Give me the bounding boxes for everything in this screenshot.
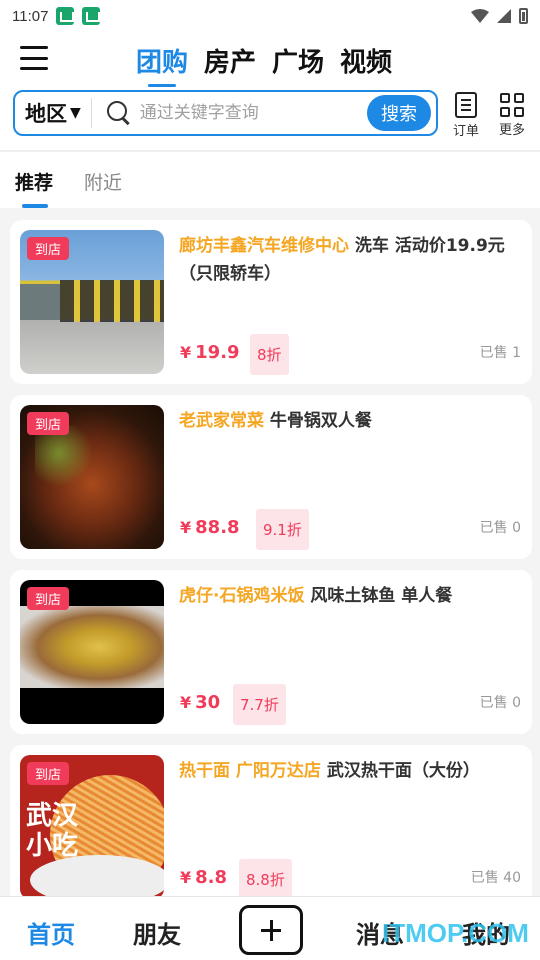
deal-title: 老武家常菜 牛骨锅双人餐	[179, 407, 521, 435]
tab-group-buy[interactable]: 团购	[136, 42, 188, 87]
battery-icon	[519, 8, 528, 24]
more-label: 更多	[498, 123, 525, 138]
in-store-badge: 到店	[27, 237, 70, 260]
deal-card[interactable]: 到店 廊坊丰鑫汽车维修中心 洗车 活动价19.9元（只限轿车） ¥19.9 8折…	[10, 220, 532, 384]
discount-tag: 8.8折	[239, 859, 292, 900]
tab-recommended[interactable]: 推荐	[15, 168, 53, 195]
header: 团购 房产 广场 视频 地区 ▼ 搜索 订单 更多	[0, 32, 540, 150]
shop-name: 虎仔·石锅鸡米饭	[179, 586, 305, 606]
search-input[interactable]	[139, 103, 367, 123]
watermark: ITMOP.COM	[382, 918, 529, 948]
deal-price: ¥19.9	[180, 342, 240, 363]
discount-tag: 9.1折	[256, 509, 309, 550]
status-time: 11:07	[12, 7, 49, 25]
deal-price: ¥88.8	[180, 517, 240, 538]
top-tabs: 团购 房产 广场 视频	[136, 42, 392, 87]
deal-description: 武汉热干面（大份）	[320, 761, 480, 781]
in-store-badge: 到店	[27, 412, 70, 435]
sold-count: 已售 40	[470, 870, 521, 886]
deal-description: 牛骨锅双人餐	[264, 411, 372, 431]
sold-count: 已售 0	[479, 695, 521, 711]
deal-price: ¥30	[180, 692, 220, 713]
menu-icon[interactable]	[20, 46, 48, 70]
shop-name: 热干面 广阳万达店	[179, 761, 321, 781]
dropdown-arrow-icon: ▼	[70, 105, 81, 121]
tab-square[interactable]: 广场	[272, 42, 324, 79]
search-button[interactable]: 搜索	[367, 95, 431, 131]
price-value: 8.8	[195, 867, 228, 888]
currency-symbol: ¥	[180, 693, 192, 712]
tab-real-estate[interactable]: 房产	[204, 42, 256, 79]
price-value: 30	[195, 692, 221, 713]
nav-friends[interactable]: 朋友	[133, 915, 181, 950]
discount-tag: 8折	[250, 334, 289, 375]
region-selector[interactable]: 地区 ▼	[15, 98, 92, 128]
deal-card[interactable]: 武汉 小吃 到店 热干面 广阳万达店 武汉热干面（大份） ¥8.8 8.8折 已…	[10, 745, 532, 909]
shop-name: 廊坊丰鑫汽车维修中心	[179, 236, 349, 256]
price-value: 88.8	[195, 517, 240, 538]
deal-card[interactable]: 到店 老武家常菜 牛骨锅双人餐 ¥88.8 9.1折 已售 0	[10, 395, 532, 559]
sold-count: 已售 0	[479, 520, 521, 536]
active-tab-indicator	[22, 204, 48, 208]
nav-home[interactable]: 首页	[27, 915, 75, 950]
app-notification-icon	[56, 7, 75, 25]
status-indicators	[471, 8, 528, 24]
grid-icon	[500, 93, 524, 117]
search-icon	[106, 100, 132, 126]
currency-symbol: ¥	[180, 868, 192, 887]
tab-video[interactable]: 视频	[340, 42, 392, 79]
deal-title: 热干面 广阳万达店 武汉热干面（大份）	[179, 757, 521, 785]
shop-name: 老武家常菜	[179, 411, 264, 431]
discount-tag: 7.7折	[233, 684, 286, 725]
deal-title: 廊坊丰鑫汽车维修中心 洗车 活动价19.9元（只限轿车）	[179, 232, 521, 288]
sold-count: 已售 1	[479, 345, 521, 361]
in-store-badge: 到店	[27, 762, 70, 785]
deal-title: 虎仔·石锅鸡米饭 风味土钵鱼 单人餐	[179, 582, 521, 610]
add-post-button[interactable]	[239, 905, 303, 955]
region-label: 地区	[25, 102, 67, 126]
orders-label: 订单	[452, 124, 479, 139]
image-text: 武汉 小吃	[26, 801, 79, 861]
deal-list: 到店 廊坊丰鑫汽车维修中心 洗车 活动价19.9元（只限轿车） ¥19.9 8折…	[10, 220, 532, 920]
status-bar: 11:07	[0, 0, 540, 32]
currency-symbol: ¥	[180, 518, 192, 537]
more-button[interactable]: 更多	[492, 92, 532, 138]
app-notification-icon	[82, 7, 101, 25]
search-bar: 地区 ▼ 搜索	[13, 90, 438, 136]
deal-card[interactable]: 到店 虎仔·石锅鸡米饭 风味土钵鱼 单人餐 ¥30 7.7折 已售 0	[10, 570, 532, 734]
deal-price: ¥8.8	[180, 867, 227, 888]
orders-button[interactable]: 订单	[446, 92, 486, 139]
signal-icon	[497, 9, 511, 23]
wifi-icon	[471, 9, 489, 23]
deal-description: 风味土钵鱼 单人餐	[304, 586, 453, 606]
orders-icon	[455, 92, 477, 118]
sub-tabs: 推荐 附近	[0, 150, 540, 208]
currency-symbol: ¥	[180, 343, 192, 362]
tab-nearby[interactable]: 附近	[84, 168, 122, 195]
in-store-badge: 到店	[27, 587, 70, 610]
price-value: 19.9	[195, 342, 240, 363]
